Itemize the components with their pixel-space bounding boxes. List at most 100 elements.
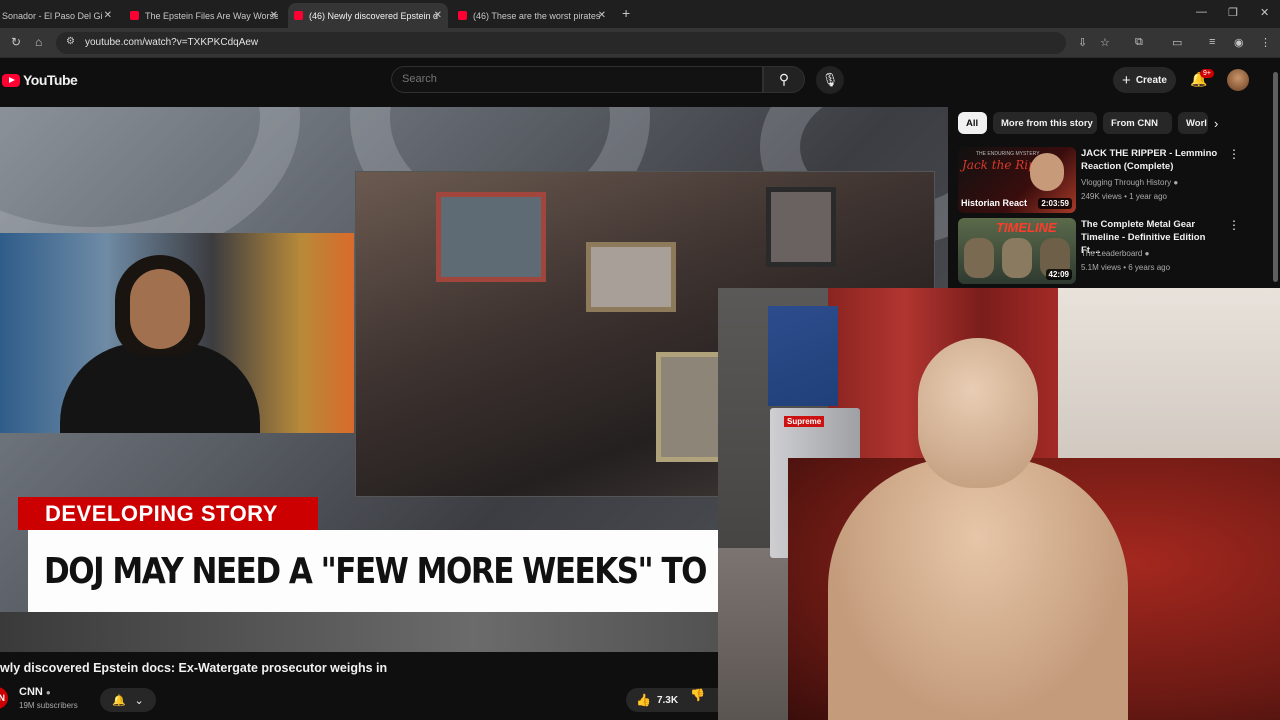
window-close-icon[interactable]: ✕ <box>1260 6 1269 19</box>
search-button[interactable]: ⚲ <box>763 66 805 93</box>
webcam-overlay: Supreme <box>718 288 1280 720</box>
close-icon[interactable]: ✕ <box>598 10 606 21</box>
photo-frame <box>586 242 676 312</box>
verified-icon: ● <box>1144 249 1150 258</box>
recommendation-title[interactable]: JACK THE RIPPER - Lemmino Reaction (Comp… <box>1081 147 1226 173</box>
tab-title: Sonador - El Paso Del Gi <box>2 10 103 21</box>
tab-title: (46) These are the worst pirates <box>473 10 601 21</box>
chip-world[interactable]: Worl <box>1178 112 1208 134</box>
youtube-favicon-icon <box>130 11 139 20</box>
create-button[interactable]: + Create <box>1113 67 1176 93</box>
channel-avatar[interactable]: N <box>0 687 8 709</box>
minimize-icon[interactable]: — <box>1196 6 1207 18</box>
voice-search-button[interactable]: 🎙 <box>816 66 844 94</box>
duration-badge: 2:03:59 <box>1038 198 1072 209</box>
browser-tab-2[interactable]: The Epstein Files Are Way Worse ✕ <box>124 3 284 28</box>
thumbnail-caption: Historian React <box>961 198 1028 208</box>
install-app-icon[interactable]: ⇩ <box>1078 36 1087 49</box>
recommendation-item[interactable]: THE ENDURING MYSTERY Jack the Ripper His… <box>958 147 1240 213</box>
recommendation-meta: 249K views • 1 year ago <box>1081 192 1167 201</box>
video-thumbnail[interactable]: THE ENDURING MYSTERY Jack the Ripper His… <box>958 147 1076 213</box>
character-figure <box>1002 238 1032 278</box>
chevron-right-icon[interactable]: › <box>1214 116 1218 131</box>
close-icon[interactable]: ✕ <box>104 10 112 21</box>
youtube-header: YouTube ⚲ 🎙 + Create 🔔 9+ <box>0 58 1280 104</box>
photo-frame <box>436 192 546 282</box>
notification-badge: 9+ <box>1200 69 1214 78</box>
news-anchor-frame <box>0 233 354 433</box>
search-input[interactable] <box>402 73 742 85</box>
browser-tab-3-active[interactable]: (46) Newly discovered Epstein d ✕ <box>288 3 448 28</box>
youtube-favicon-icon <box>294 11 303 20</box>
profile-icon[interactable]: ◉ <box>1234 36 1244 49</box>
site-info-icon[interactable]: ⚙ <box>66 36 75 47</box>
recommendation-channel[interactable]: The Leaderboard ● <box>1081 249 1149 258</box>
dislike-button[interactable]: 👎 <box>690 688 705 702</box>
user-avatar[interactable] <box>1227 69 1249 91</box>
channel-text[interactable]: Vlogging Through History <box>1081 178 1171 187</box>
recommendation-meta: 5.1M views • 6 years ago <box>1081 263 1171 272</box>
url-text[interactable]: youtube.com/watch?v=TXKPKCdqAew <box>85 37 258 48</box>
character-figure <box>964 238 994 278</box>
streamer <box>828 338 1128 720</box>
browser-tab-bar: Sonador - El Paso Del Gi ✕ The Epstein F… <box>0 0 1280 28</box>
subscription-bell-button[interactable]: 🔔 ⌄ <box>100 688 156 712</box>
like-count: 7.3K <box>656 694 679 706</box>
browser-toolbar: ↻ ⌂ ⚙ youtube.com/watch?v=TXKPKCdqAew ⇩ … <box>0 28 1280 58</box>
address-bar[interactable]: ⚙ youtube.com/watch?v=TXKPKCdqAew <box>56 32 1066 54</box>
scrollbar-thumb[interactable] <box>1273 72 1278 282</box>
close-icon[interactable]: ✕ <box>270 10 278 21</box>
channel-text[interactable]: The Leaderboard <box>1081 249 1142 258</box>
chip-from-cnn[interactable]: From CNN <box>1103 112 1172 134</box>
thumbnail-caption: TIMELINE <box>996 220 1057 235</box>
photo-frame <box>766 187 836 267</box>
duration-badge: 42:09 <box>1045 269 1072 280</box>
thumbnail-top-text: THE ENDURING MYSTERY <box>976 151 1040 157</box>
verified-icon: ● <box>1173 178 1179 187</box>
news-anchor <box>60 255 260 433</box>
extensions-icon[interactable]: ⧉ <box>1135 36 1143 49</box>
create-label: Create <box>1135 74 1167 86</box>
developing-story-banner: DEVELOPING STORY <box>18 497 318 530</box>
more-actions-icon[interactable]: ⋮ <box>1228 147 1240 161</box>
microphone-icon: 🎙 <box>821 72 839 87</box>
chip-more-from-story[interactable]: More from this story <box>993 112 1097 134</box>
fridge-sticker: Supreme <box>784 416 825 427</box>
filter-chips: All More from this story From CNN Worl <box>958 110 1228 136</box>
browser-tab-4[interactable]: (46) These are the worst pirates ✕ <box>452 3 612 28</box>
thumbs-up-icon: 👍 <box>636 693 651 707</box>
chevron-down-icon: ⌄ <box>134 694 144 707</box>
chip-all[interactable]: All <box>958 112 987 134</box>
recommendation-channel[interactable]: Vlogging Through History ● <box>1081 178 1178 187</box>
search-box[interactable] <box>391 66 763 93</box>
recommendation-item[interactable]: TIMELINE 42:09 The Complete Metal Gear T… <box>958 218 1240 284</box>
restore-icon[interactable]: ❐ <box>1228 6 1238 19</box>
bookmark-star-icon[interactable]: ☆ <box>1100 36 1110 49</box>
channel-name[interactable]: CNN ● <box>19 686 51 698</box>
youtube-logo[interactable]: YouTube <box>2 72 78 88</box>
bell-icon: 🔔 <box>112 694 126 707</box>
presenter-face <box>1030 153 1064 191</box>
home-icon[interactable]: ⌂ <box>35 35 42 49</box>
close-icon[interactable]: ✕ <box>434 10 442 21</box>
side-panel-icon[interactable]: ▭ <box>1172 36 1182 49</box>
video-thumbnail[interactable]: TIMELINE 42:09 <box>958 218 1076 284</box>
logo-text: YouTube <box>23 72 78 88</box>
search-icon: ⚲ <box>778 71 790 87</box>
tab-title: (46) Newly discovered Epstein d <box>309 10 439 21</box>
media-controls-icon[interactable]: ≡ <box>1209 36 1215 48</box>
youtube-play-icon <box>2 73 20 87</box>
like-button[interactable]: 👍 7.3K <box>626 688 720 712</box>
new-tab-plus-icon[interactable]: + <box>622 5 630 21</box>
channel-name-text[interactable]: CNN <box>19 686 43 698</box>
video-title: wly discovered Epstein docs: Ex-Watergat… <box>0 661 388 675</box>
browser-menu-icon[interactable]: ⋮ <box>1260 36 1271 49</box>
browser-tab-1[interactable]: Sonador - El Paso Del Gi ✕ <box>0 3 118 28</box>
more-actions-icon[interactable]: ⋮ <box>1228 218 1240 232</box>
reload-icon[interactable]: ↻ <box>11 35 21 49</box>
verified-icon: ● <box>45 688 51 697</box>
page-scrollbar[interactable] <box>1271 62 1280 288</box>
channel-row: N CNN ● 19M subscribers 🔔 ⌄ 👍 7.3K 👎 <box>0 685 720 715</box>
subscriber-count: 19M subscribers <box>19 701 78 710</box>
plus-icon: + <box>1122 71 1131 89</box>
